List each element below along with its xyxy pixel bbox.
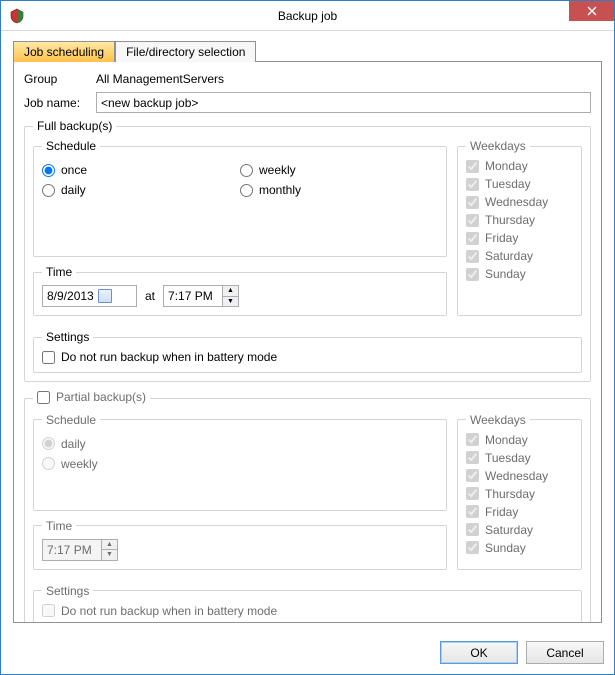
tab-file-directory-selection[interactable]: File/directory selection — [115, 41, 256, 62]
full-settings-legend: Settings — [42, 330, 93, 344]
partial-weekdays-group: Weekdays Monday Tuesday Wednesday Thursd… — [457, 413, 582, 570]
partial-weekday-saturday: Saturday — [466, 523, 573, 537]
spin-down-icon[interactable]: ▼ — [223, 297, 238, 307]
dialog-footer: OK Cancel — [1, 633, 614, 674]
partial-schedule-weekly: weekly — [42, 457, 438, 471]
titlebar: Backup job — [1, 1, 614, 31]
partial-schedule-legend: Schedule — [42, 413, 100, 427]
partial-backup-group: Partial backup(s) Schedule daily weekly … — [24, 390, 591, 623]
full-time-group: Time 8/9/2013 at ▲ — [33, 265, 447, 316]
tabstrip: Job scheduling File/directory selection — [13, 41, 602, 62]
full-weekday-thursday: Thursday — [466, 213, 573, 227]
partial-weekdays-legend: Weekdays — [466, 413, 530, 427]
full-schedule-weekly[interactable]: weekly — [240, 163, 438, 177]
partial-battery-checkbox: Do not run backup when in battery mode — [42, 604, 573, 618]
group-value: All ManagementServers — [96, 72, 224, 86]
tab-panel-scheduling: Group All ManagementServers Job name: Fu… — [13, 61, 602, 623]
full-settings-group: Settings Do not run backup when in batte… — [33, 330, 582, 373]
window-backup-job: Backup job Job scheduling File/directory… — [0, 0, 615, 675]
full-weekday-wednesday: Wednesday — [466, 195, 573, 209]
partial-weekday-tuesday: Tuesday — [466, 451, 573, 465]
partial-weekday-friday: Friday — [466, 505, 573, 519]
partial-schedule-group: Schedule daily weekly — [33, 413, 447, 511]
full-weekday-tuesday: Tuesday — [466, 177, 573, 191]
full-weekday-saturday: Saturday — [466, 249, 573, 263]
spin-up-icon[interactable]: ▲ — [223, 286, 238, 297]
partial-weekday-thursday: Thursday — [466, 487, 573, 501]
full-time-spinner[interactable]: ▲ ▼ — [163, 285, 239, 307]
jobname-label: Job name: — [24, 96, 96, 110]
partial-time-value — [43, 540, 101, 560]
full-backup-group: Full backup(s) Schedule once weekly dail… — [24, 119, 591, 382]
partial-weekday-wednesday: Wednesday — [466, 469, 573, 483]
full-weekdays-legend: Weekdays — [466, 139, 530, 153]
partial-settings-legend: Settings — [42, 584, 93, 598]
full-schedule-once[interactable]: once — [42, 163, 240, 177]
spin-up-icon: ▲ — [102, 540, 117, 551]
partial-weekday-sunday: Sunday — [466, 541, 573, 555]
full-schedule-daily[interactable]: daily — [42, 183, 240, 197]
full-date-picker[interactable]: 8/9/2013 — [42, 285, 137, 307]
full-weekday-sunday: Sunday — [466, 267, 573, 281]
partial-weekday-monday: Monday — [466, 433, 573, 447]
group-label: Group — [24, 72, 96, 86]
partial-time-spinner: ▲ ▼ — [42, 539, 118, 561]
close-button[interactable] — [569, 1, 614, 21]
full-time-value[interactable] — [164, 286, 222, 306]
partial-backup-legend: Partial backup(s) — [33, 390, 150, 407]
partial-schedule-daily: daily — [42, 437, 438, 451]
full-weekdays-group: Weekdays Monday Tuesday Wednesday Thursd… — [457, 139, 582, 316]
calendar-icon — [98, 289, 112, 303]
spin-down-icon: ▼ — [102, 550, 117, 560]
full-at-label: at — [145, 289, 155, 303]
partial-time-group: Time ▲ ▼ — [33, 519, 447, 570]
full-schedule-monthly[interactable]: monthly — [240, 183, 438, 197]
cancel-button[interactable]: Cancel — [526, 641, 604, 664]
window-title: Backup job — [1, 9, 614, 23]
app-icon — [9, 8, 25, 24]
full-battery-checkbox[interactable]: Do not run backup when in battery mode — [42, 350, 573, 364]
partial-settings-group: Settings Do not run backup when in batte… — [33, 584, 582, 624]
full-backup-legend: Full backup(s) — [33, 119, 116, 133]
partial-enable-checkbox[interactable]: Partial backup(s) — [37, 390, 146, 404]
full-weekday-friday: Friday — [466, 231, 573, 245]
full-schedule-legend: Schedule — [42, 139, 100, 153]
full-weekday-monday: Monday — [466, 159, 573, 173]
jobname-input[interactable] — [96, 92, 591, 113]
content-area: Job scheduling File/directory selection … — [1, 31, 614, 633]
full-schedule-group: Schedule once weekly daily monthly — [33, 139, 447, 257]
full-time-legend: Time — [42, 265, 76, 279]
close-icon — [587, 6, 597, 16]
full-date-value: 8/9/2013 — [47, 289, 94, 303]
group-row: Group All ManagementServers — [24, 72, 591, 86]
tab-job-scheduling[interactable]: Job scheduling — [13, 41, 115, 62]
partial-time-legend: Time — [42, 519, 76, 533]
ok-button[interactable]: OK — [440, 641, 518, 664]
jobname-row: Job name: — [24, 92, 591, 113]
